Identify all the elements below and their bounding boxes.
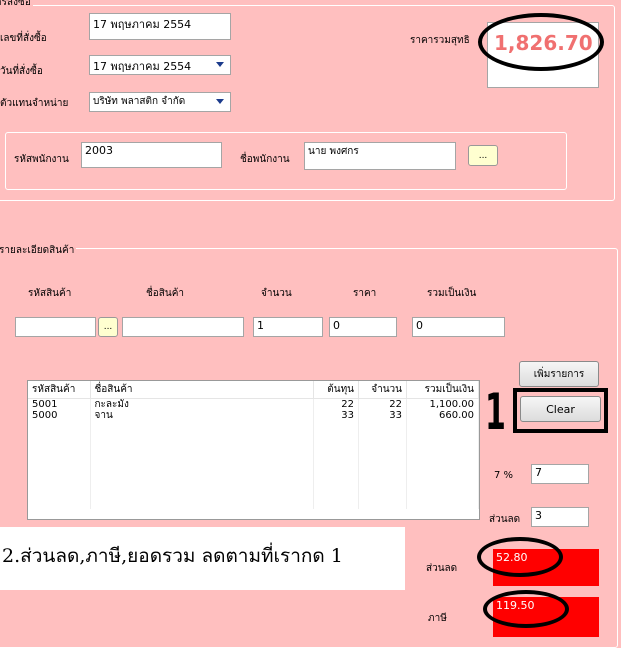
- detail-group-title: รายละเอียดสินค้า: [0, 243, 77, 258]
- vat-input[interactable]: 7: [531, 464, 589, 484]
- vat-label: 7 %: [494, 470, 514, 481]
- cell-sum: 1,100.00: [406, 398, 479, 410]
- employee-browse-button[interactable]: ...: [468, 145, 498, 166]
- order-date-label: วันที่สั่งซื้อ: [0, 66, 43, 77]
- employee-id-label: รหัสพนักงาน: [14, 154, 69, 165]
- list-header: รหัสสินค้า ชื่อสินค้า ต้นทุน จำนวน รวมเป…: [28, 381, 479, 399]
- discount-label: ส่วนลด: [426, 563, 458, 574]
- annotation-step-number: 1: [484, 383, 506, 441]
- order-date-picker[interactable]: 17 พฤษภาคม 2554: [89, 55, 231, 75]
- annotation-ellipse: [477, 537, 563, 577]
- annotation-ellipse: [478, 13, 604, 71]
- quantity-input[interactable]: 1: [253, 317, 323, 337]
- dealer-select[interactable]: บริษัท พลาสติก จำกัด: [89, 92, 231, 112]
- dealer-label: ตัวแทนจำหน่าย: [0, 98, 69, 109]
- dealer-value: บริษัท พลาสติก จำกัด: [93, 96, 186, 107]
- header-price: ราคา: [353, 288, 377, 299]
- list-row[interactable]: 5001 กะละมัง 22 22 1,100.00: [28, 398, 479, 410]
- product-name-input[interactable]: [122, 317, 244, 337]
- order-no-label: เลขที่สั่งซื้อ: [0, 33, 47, 44]
- order-group-title: การสั่งซื้อ: [0, 0, 33, 10]
- cell-name: จาน: [90, 410, 314, 421]
- cell-name: กะละมัง: [90, 398, 314, 410]
- tax-label: ภาษี: [428, 613, 447, 624]
- header-qty: จำนวน: [261, 288, 292, 299]
- annotation-ellipse: [483, 590, 569, 628]
- cell-code: 5000: [28, 410, 91, 421]
- product-browse-button[interactable]: ...: [98, 317, 118, 337]
- col-qty[interactable]: จำนวน: [358, 381, 407, 399]
- cell-code: 5001: [28, 398, 91, 410]
- header-code: รหัสสินค้า: [28, 288, 72, 299]
- header-name: ชื่อสินค้า: [146, 288, 185, 299]
- clear-button[interactable]: Clear: [520, 396, 601, 422]
- annotation-note-text: 2.ส่วนลด,ภาษี,ยอดรวม ลดตามที่เรากด 1: [2, 545, 343, 567]
- annotation-note: 2.ส่วนลด,ภาษี,ยอดรวม ลดตามที่เรากด 1: [0, 527, 405, 590]
- cell-cost: 22: [313, 398, 359, 410]
- col-sum[interactable]: รวมเป็นเงิน: [406, 381, 479, 399]
- employee-id-input[interactable]: 2003: [81, 142, 222, 168]
- add-item-button[interactable]: เพิ่มรายการ: [519, 361, 599, 387]
- cell-qty: 33: [358, 410, 407, 421]
- total-label: ราคารวมสุทธิ: [410, 35, 470, 46]
- col-code[interactable]: รหัสสินค้า: [28, 381, 91, 399]
- sum-input[interactable]: 0: [412, 317, 505, 337]
- list-row[interactable]: 5000 จาน 33 33 660.00: [28, 410, 479, 421]
- col-name[interactable]: ชื่อสินค้า: [90, 381, 314, 399]
- header-sum: รวมเป็นเงิน: [427, 288, 477, 299]
- col-cost[interactable]: ต้นทุน: [313, 381, 359, 399]
- price-input[interactable]: 0: [329, 317, 397, 337]
- cell-qty: 22: [358, 398, 407, 410]
- chevron-down-icon[interactable]: [216, 62, 224, 67]
- order-date-value: 17 พฤษภาคม 2554: [93, 60, 192, 73]
- product-code-input[interactable]: [15, 317, 96, 337]
- employee-name-input[interactable]: นาย พงศกร: [304, 142, 456, 170]
- cell-cost: 33: [313, 410, 359, 421]
- employee-name-label: ชื่อพนักงาน: [240, 154, 290, 165]
- order-items-list[interactable]: รหัสสินค้า ชื่อสินค้า ต้นทุน จำนวน รวมเป…: [27, 380, 480, 520]
- chevron-down-icon[interactable]: [216, 99, 224, 104]
- discount-input[interactable]: 3: [531, 507, 589, 527]
- cell-sum: 660.00: [406, 410, 479, 421]
- discount-input-label: ส่วนลด: [489, 514, 521, 525]
- order-no-input[interactable]: 17 พฤษภาคม 2554: [89, 13, 231, 40]
